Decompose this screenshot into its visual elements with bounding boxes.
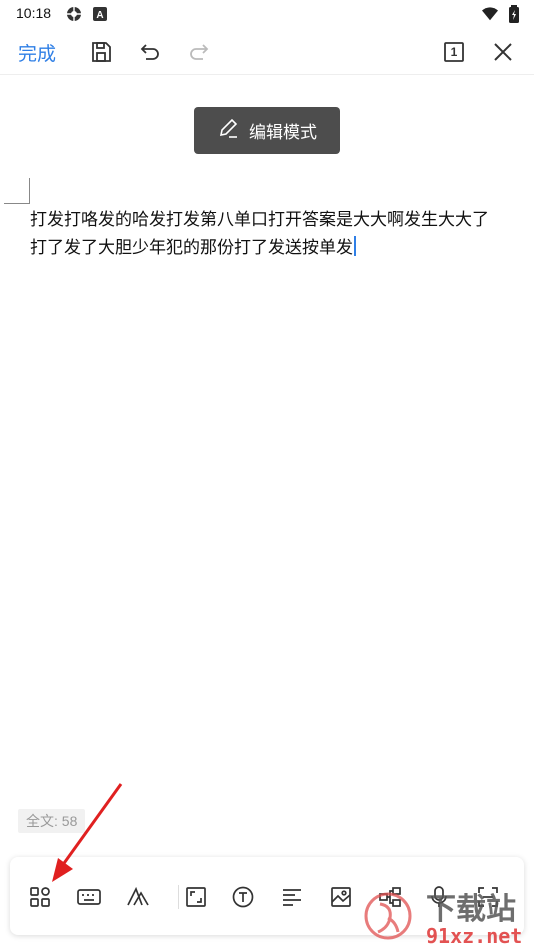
done-button[interactable]: 完成 — [18, 39, 56, 66]
watermark-logo: 下载站 91xz.net — [362, 882, 534, 950]
a-notification-icon: A — [92, 6, 108, 22]
document-line: 打发打咯发的哈发打发第八单口打开答案是大大啊发生大大了 — [30, 210, 489, 230]
watermark-brand: 下载站 — [426, 892, 516, 927]
gear-notification-icon — [66, 6, 82, 22]
text-box-icon[interactable] — [227, 881, 259, 913]
keyboard-icon[interactable] — [73, 881, 105, 913]
undo-icon[interactable] — [136, 38, 164, 66]
toolbar-divider — [178, 885, 179, 909]
redo-icon[interactable] — [185, 38, 213, 66]
document-body[interactable]: 打发打咯发的哈发打发第八单口打开答案是大大啊发生大大了 打了发了大胆少年犯的那份… — [30, 206, 534, 262]
watermark-domain: 91xz.net — [426, 924, 523, 948]
page-count-icon[interactable]: 1 — [440, 38, 468, 66]
align-left-icon[interactable] — [276, 881, 308, 913]
page-count-label: 1 — [450, 45, 458, 59]
save-icon[interactable] — [87, 38, 115, 66]
font-style-icon[interactable] — [122, 881, 154, 913]
text-caret — [354, 236, 356, 256]
top-toolbar: 完成 1 — [0, 30, 534, 75]
image-icon[interactable] — [325, 881, 357, 913]
wifi-icon — [482, 6, 498, 22]
svg-text:A: A — [96, 10, 103, 21]
battery-icon — [506, 5, 522, 23]
pencil-icon — [217, 117, 239, 144]
close-icon[interactable] — [489, 38, 517, 66]
word-count-badge: 全文: 58 — [18, 809, 86, 833]
edit-mode-label: 编辑模式 — [249, 123, 317, 143]
edit-mode-chip: 编辑模式 — [194, 107, 340, 154]
expand-icon[interactable] — [180, 881, 212, 913]
apps-grid-icon[interactable] — [24, 881, 56, 913]
status-time: 10:18 — [16, 5, 52, 21]
document-line-2: 打了发了大胆少年犯的那份打了发送按单发 — [30, 234, 534, 262]
status-bar: 10:18 A — [0, 0, 534, 28]
document-line-text: 打了发了大胆少年犯的那份打了发送按单发 — [30, 238, 353, 258]
margin-corner-mark — [4, 178, 30, 204]
